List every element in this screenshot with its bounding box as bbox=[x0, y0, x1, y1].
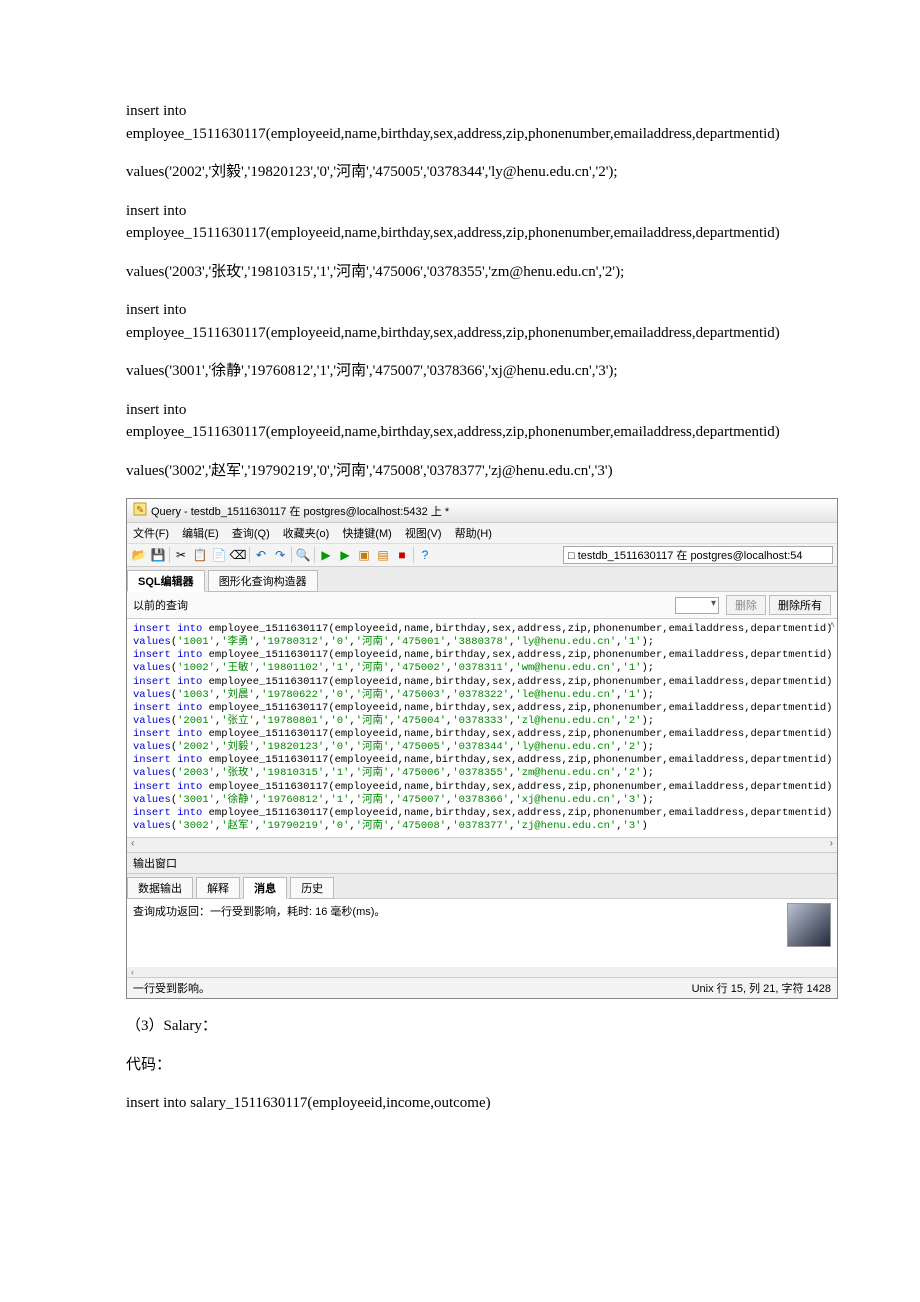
separator bbox=[169, 547, 170, 563]
doc-after-2: 代码： bbox=[90, 1054, 830, 1077]
undo-icon[interactable]: ↶ bbox=[253, 547, 269, 563]
doc-after-3: insert into salary_1511630117(employeeid… bbox=[90, 1092, 830, 1115]
doc-insert-2a: insert into employee_1511630117(employee… bbox=[90, 200, 830, 245]
scroll-right-icon[interactable]: › bbox=[830, 838, 833, 852]
clear-icon[interactable]: ⌫ bbox=[230, 547, 246, 563]
avatar-image bbox=[787, 903, 831, 947]
separator bbox=[249, 547, 250, 563]
tab-messages[interactable]: 消息 bbox=[243, 877, 287, 899]
doc-insert-1a: insert into employee_1511630117(employee… bbox=[90, 100, 830, 145]
cut-icon[interactable]: ✂ bbox=[173, 547, 189, 563]
window-titlebar: ✎ Query - testdb_1511630117 在 postgres@l… bbox=[127, 499, 837, 523]
output-message: 查询成功返回：一行受到影响，耗时: 16 毫秒(ms)。 bbox=[133, 906, 385, 918]
hscrollbar[interactable]: ‹ › bbox=[127, 837, 837, 852]
scroll-up-icon[interactable]: ˄ bbox=[829, 621, 835, 634]
open-icon[interactable]: 📂 bbox=[131, 547, 147, 563]
previous-queries-row: 以前的查询 ▾ 删除 删除所有 bbox=[127, 592, 837, 619]
separator bbox=[291, 547, 292, 563]
run-icon[interactable]: ▶ bbox=[318, 547, 334, 563]
db-selector[interactable]: □ testdb_1511630117 在 postgres@localhost… bbox=[563, 546, 833, 564]
tab-explain[interactable]: 解释 bbox=[196, 877, 240, 899]
tab-history[interactable]: 历史 bbox=[290, 877, 334, 899]
menu-view[interactable]: 视图(V) bbox=[405, 528, 442, 540]
prev-queries-dropdown[interactable]: ▾ bbox=[675, 597, 719, 614]
stop-icon[interactable]: ■ bbox=[394, 547, 410, 563]
redo-icon[interactable]: ↷ bbox=[272, 547, 288, 563]
separator bbox=[314, 547, 315, 563]
save-icon[interactable]: 💾 bbox=[150, 547, 166, 563]
tab-sql-editor[interactable]: SQL编辑器 bbox=[127, 570, 205, 592]
sql-editor[interactable]: ˄ insert into employee_1511630117(employ… bbox=[127, 619, 837, 837]
doc-after-1: （3）Salary： bbox=[90, 1015, 830, 1038]
status-bar: 一行受到影响。 Unix 行 15, 列 21, 字符 1428 bbox=[127, 977, 837, 998]
menu-file[interactable]: 文件(F) bbox=[133, 528, 169, 540]
doc-values-4b: values('3002','赵军','19790219','0','河南','… bbox=[90, 460, 830, 483]
status-left: 一行受到影响。 bbox=[133, 980, 210, 996]
output-pane-label: 输出窗口 bbox=[127, 852, 837, 874]
output-tabs: 数据输出 解释 消息 历史 bbox=[127, 874, 837, 899]
help-icon[interactable]: ? bbox=[417, 547, 433, 563]
tab-gfx-builder[interactable]: 图形化查询构造器 bbox=[208, 570, 318, 592]
separator bbox=[413, 547, 414, 563]
scroll-left-icon[interactable]: ‹ bbox=[131, 838, 134, 852]
search-icon[interactable]: 🔍 bbox=[295, 547, 311, 563]
app-icon: ✎ bbox=[133, 502, 147, 519]
prev-queries-label: 以前的查询 bbox=[133, 597, 188, 613]
menu-bar: 文件(F) 编辑(E) 查询(Q) 收藏夹(o) 快捷键(M) 视图(V) 帮助… bbox=[127, 523, 837, 544]
window-title: Query - testdb_1511630117 在 postgres@loc… bbox=[151, 503, 449, 519]
doc-insert-3a: insert into employee_1511630117(employee… bbox=[90, 299, 830, 344]
doc-insert-4a: insert into employee_1511630117(employee… bbox=[90, 399, 830, 444]
svg-text:✎: ✎ bbox=[136, 505, 144, 516]
explain-icon[interactable]: ▣ bbox=[356, 547, 372, 563]
toolbar: 📂 💾 ✂ 📋 📄 ⌫ ↶ ↷ 🔍 ▶ ▶ ▣ ▤ ■ ? □ testdb_1… bbox=[127, 544, 837, 567]
delete-all-button[interactable]: 删除所有 bbox=[769, 595, 831, 615]
delete-button[interactable]: 删除 bbox=[726, 595, 766, 615]
status-right: Unix 行 15, 列 21, 字符 1428 bbox=[692, 980, 831, 996]
doc-values-1b: values('2002','刘毅','19820123','0','河南','… bbox=[90, 161, 830, 184]
copy-icon[interactable]: 📋 bbox=[192, 547, 208, 563]
run-pg-icon[interactable]: ▶ bbox=[337, 547, 353, 563]
menu-edit[interactable]: 编辑(E) bbox=[182, 528, 219, 540]
explain2-icon[interactable]: ▤ bbox=[375, 547, 391, 563]
menu-query[interactable]: 查询(Q) bbox=[232, 528, 270, 540]
editor-tabstrip: SQL编辑器 图形化查询构造器 bbox=[127, 567, 837, 592]
menu-fav[interactable]: 收藏夹(o) bbox=[283, 528, 329, 540]
doc-values-3b: values('3001','徐静','19760812','1','河南','… bbox=[90, 360, 830, 383]
output-body: 查询成功返回：一行受到影响，耗时: 16 毫秒(ms)。 bbox=[127, 899, 837, 967]
tab-data-output[interactable]: 数据输出 bbox=[127, 877, 193, 899]
paste-icon[interactable]: 📄 bbox=[211, 547, 227, 563]
menu-short[interactable]: 快捷键(M) bbox=[342, 528, 392, 540]
doc-values-2b: values('2003','张玫','19810315','1','河南','… bbox=[90, 261, 830, 284]
output-hscroll[interactable]: ‹ bbox=[127, 967, 837, 977]
menu-help[interactable]: 帮助(H) bbox=[455, 528, 492, 540]
embedded-screenshot: ✎ Query - testdb_1511630117 在 postgres@l… bbox=[126, 498, 838, 999]
